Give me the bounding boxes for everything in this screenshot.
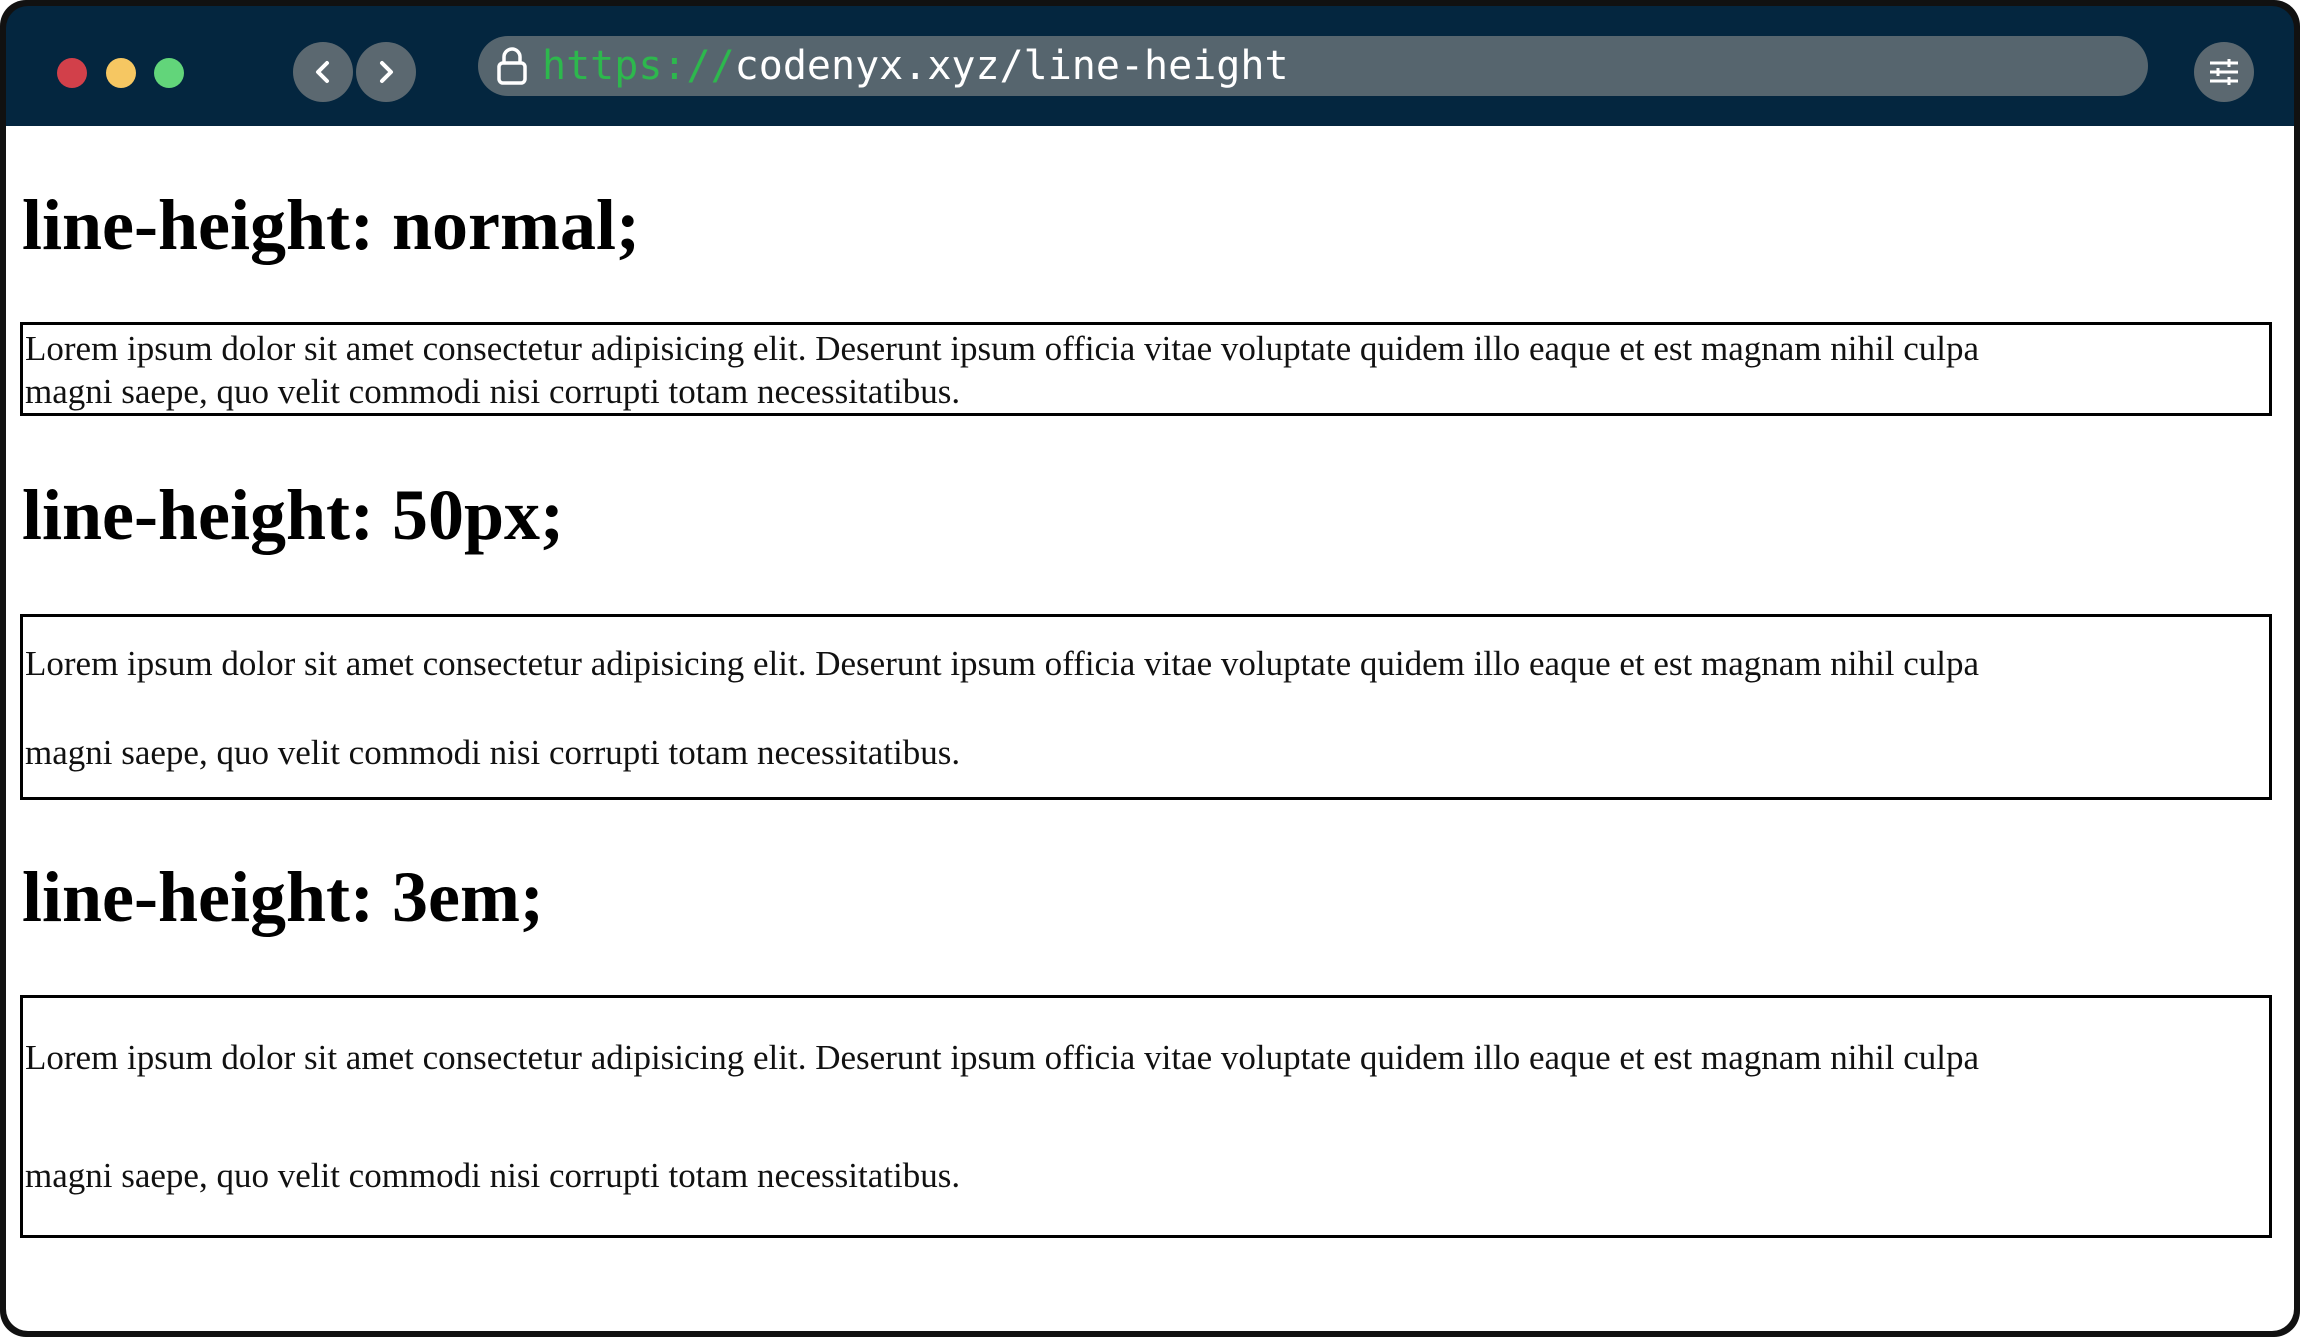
lock-icon: [497, 47, 527, 85]
url-domain-path: codenyx.xyz/line-height: [734, 43, 1289, 89]
paragraph-line-1: Lorem ipsum dolor sit amet consectetur a…: [25, 329, 1979, 368]
paragraph-line-2: magni saepe, quo velit commodi nisi corr…: [25, 733, 961, 772]
settings-sliders-icon: [2210, 59, 2238, 85]
paragraph-box-3em: Lorem ipsum dolor sit amet consectetur a…: [20, 995, 2272, 1238]
page-content: line-height: normal; Lorem ipsum dolor s…: [6, 126, 2294, 1331]
paragraph-line-2: magni saepe, quo velit commodi nisi corr…: [25, 1156, 961, 1195]
heading-line-height-50px: line-height: 50px;: [22, 475, 565, 555]
close-window-button[interactable]: [57, 58, 87, 88]
heading-line-height-3em: line-height: 3em;: [22, 857, 544, 937]
browser-window: https://codenyx.xyz/line-height line-hei…: [0, 0, 2300, 1337]
heading-line-height-normal: line-height: normal;: [22, 185, 640, 265]
paragraph-line-1: Lorem ipsum dolor sit amet consectetur a…: [25, 644, 1979, 683]
forward-icon: [380, 61, 393, 83]
url-scheme: https://: [542, 43, 735, 89]
paragraph-box-normal: Lorem ipsum dolor sit amet consectetur a…: [20, 322, 2272, 416]
browser-toolbar: https://codenyx.xyz/line-height: [6, 6, 2294, 126]
back-icon: [316, 61, 329, 83]
paragraph-line-1: Lorem ipsum dolor sit amet consectetur a…: [25, 1038, 1979, 1077]
minimize-window-button[interactable]: [106, 58, 136, 88]
paragraph-line-2: magni saepe, quo velit commodi nisi corr…: [25, 372, 961, 411]
paragraph-box-50px: Lorem ipsum dolor sit amet consectetur a…: [20, 614, 2272, 800]
forward-button[interactable]: [356, 42, 416, 102]
url-text[interactable]: https://codenyx.xyz/line-height: [542, 36, 1289, 96]
address-bar[interactable]: https://codenyx.xyz/line-height: [478, 36, 2148, 96]
maximize-window-button[interactable]: [154, 58, 184, 88]
back-button[interactable]: [293, 42, 353, 102]
settings-button[interactable]: [2194, 42, 2254, 102]
